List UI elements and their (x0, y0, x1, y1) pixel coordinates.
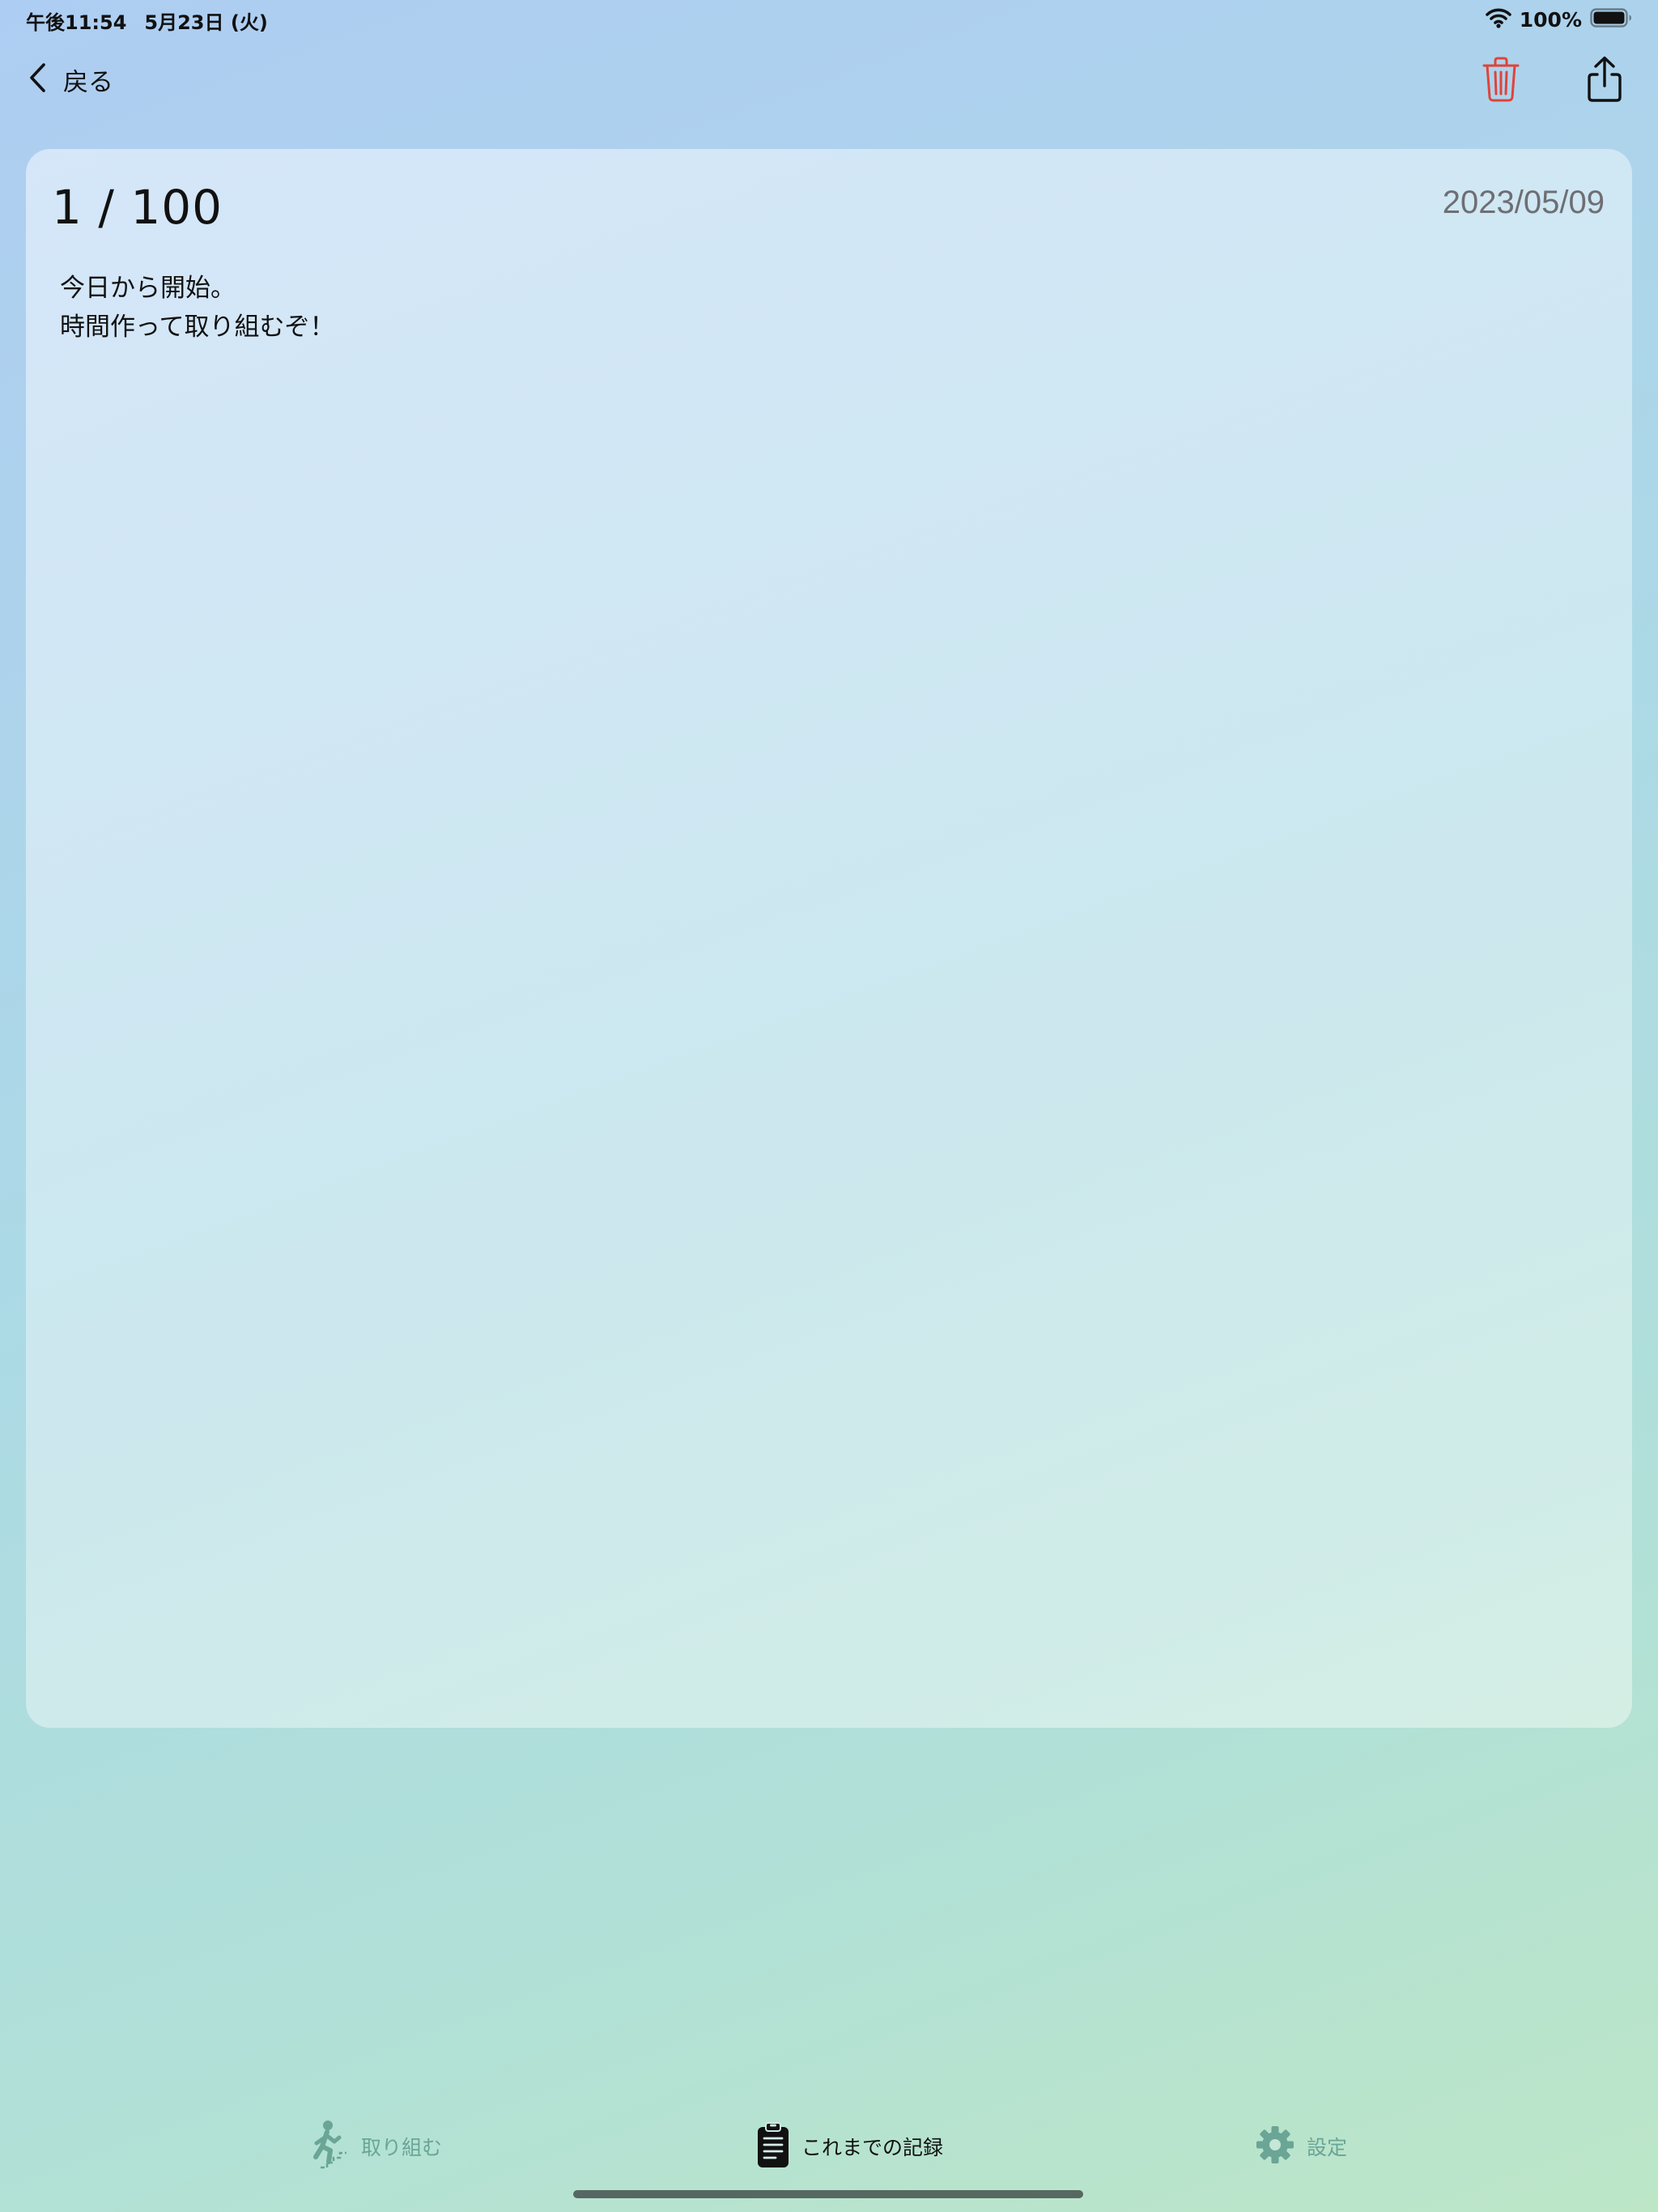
home-indicator[interactable] (573, 2190, 1083, 2198)
wifi-icon (1485, 7, 1511, 32)
back-button-label: 戻る (63, 67, 113, 97)
back-button[interactable]: 戻る (28, 60, 113, 99)
tab-challenge[interactable]: 取り組む (309, 2121, 442, 2172)
tab-settings[interactable]: 設定 (1255, 2121, 1347, 2172)
battery-percent: 100% (1519, 7, 1582, 32)
entry-count: 1 / 100 (52, 180, 223, 235)
share-button[interactable] (1585, 55, 1624, 104)
trash-icon (1482, 57, 1520, 107)
delete-button[interactable] (1482, 55, 1520, 104)
clipboard-icon (756, 2121, 790, 2172)
chevron-left-icon (28, 62, 47, 97)
status-bar: 午後11:54 5月23日 (火) 100% (0, 0, 1658, 39)
status-indicators: 100% (1485, 6, 1632, 32)
tab-records[interactable]: これまでの記録 (756, 2121, 943, 2172)
status-date: 5月23日 (火) (144, 11, 268, 34)
status-datetime: 午後11:54 5月23日 (火) (26, 6, 268, 35)
stairs-climber-icon (309, 2120, 350, 2173)
entry-card: 1 / 100 2023/05/09 今日から開始。 時間作って取り組むぞ！ (26, 149, 1632, 1728)
tab-challenge-label: 取り組む (361, 2136, 443, 2159)
status-time: 午後11:54 (26, 11, 127, 34)
entry-text: 今日から開始。 時間作って取り組むぞ！ (60, 269, 334, 347)
tab-settings-label: 設定 (1307, 2136, 1348, 2159)
battery-icon (1590, 7, 1632, 32)
share-icon (1585, 56, 1624, 107)
entry-text-line: 今日から開始。 (60, 274, 236, 303)
tab-records-label: これまでの記録 (801, 2136, 944, 2159)
gear-icon (1255, 2125, 1295, 2168)
entry-date: 2023/05/09 (1442, 185, 1605, 220)
entry-text-line: 時間作って取り組むぞ！ (60, 313, 335, 342)
